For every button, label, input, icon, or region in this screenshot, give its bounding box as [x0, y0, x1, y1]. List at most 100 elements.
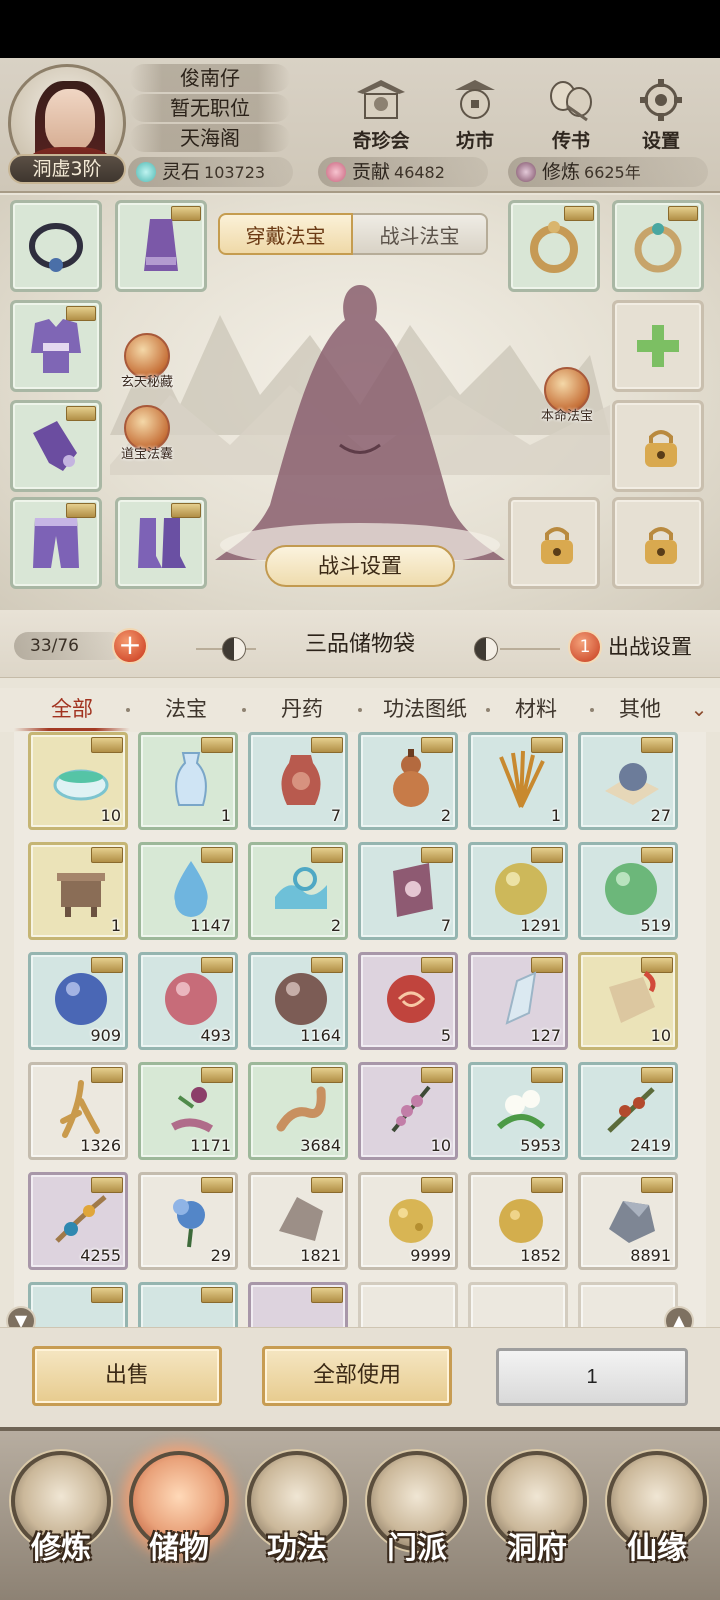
tab-battle-treasure[interactable]: 战斗法宝 [353, 213, 488, 255]
daobao-label: 道宝法囊 [120, 447, 173, 462]
nav-technique[interactable]: 功法 [242, 1451, 352, 1600]
battle-settings-button[interactable]: 战斗设置 [265, 545, 455, 587]
green-orb-icon [605, 863, 657, 915]
item-slot[interactable]: 27 [578, 732, 678, 830]
ring-icon [634, 223, 682, 273]
settings-button[interactable]: 设置 [626, 76, 696, 156]
status-bar [0, 0, 720, 58]
item-count: 1821 [300, 1246, 341, 1265]
locked-slot[interactable] [612, 400, 704, 492]
letter-button[interactable]: 传书 [536, 76, 606, 156]
nav-cultivate[interactable]: 修炼 [6, 1451, 116, 1600]
daobao-pouch-button[interactable]: 道宝法囊 [112, 405, 182, 475]
nav-cave-label: 洞府 [507, 1531, 567, 1566]
item-slot[interactable]: 2 [248, 842, 348, 940]
empty-item-slot[interactable] [578, 1282, 678, 1327]
item-slot[interactable]: 1171 [138, 1062, 238, 1160]
item-slot[interactable]: 10 [28, 732, 128, 830]
slot-pants[interactable] [10, 497, 102, 589]
locked-slot[interactable] [612, 497, 704, 589]
item-slot[interactable]: 5953 [468, 1062, 568, 1160]
tab-materials[interactable]: 材料 [492, 688, 580, 732]
item-slot[interactable]: 29 [138, 1172, 238, 1270]
slot-gloves[interactable] [10, 400, 102, 492]
slot-boots[interactable] [115, 497, 207, 589]
purple-flower-root-icon [171, 1087, 214, 1133]
contribution-value: 46482 [394, 163, 445, 182]
item-slot[interactable]: 4255 [28, 1172, 128, 1270]
yin-yang-icon [222, 637, 246, 661]
cultivation-display: 修炼 6625年 [508, 157, 708, 187]
item-slot[interactable]: 1326 [28, 1062, 128, 1160]
item-slot[interactable]: 1 [138, 732, 238, 830]
item-slot[interactable]: 909 [28, 952, 128, 1050]
tab-all[interactable]: 全部 [14, 688, 130, 732]
slot-ring-2[interactable] [612, 200, 704, 292]
treasure-pavilion-label: 奇珍会 [352, 130, 410, 152]
item-slot[interactable]: 1164 [248, 952, 348, 1050]
item-slot[interactable]: 7 [248, 732, 348, 830]
item-slot[interactable]: 7 [358, 842, 458, 940]
item-count: 9999 [410, 1246, 451, 1265]
action-bar: 出售 全部使用 1 [0, 1327, 720, 1427]
item-slot[interactable]: 10 [358, 1062, 458, 1160]
expand-bag-button[interactable]: + [112, 628, 148, 664]
locked-slot[interactable] [508, 497, 600, 589]
ring-icon [530, 221, 578, 273]
item-count: 29 [210, 1246, 231, 1265]
pants-icon [33, 518, 79, 568]
item-slot[interactable]: 3684 [248, 1062, 348, 1160]
nav-sect[interactable]: 门派 [362, 1451, 472, 1600]
item-count: 1164 [300, 1026, 341, 1045]
nav-storage[interactable]: 储物 [124, 1451, 234, 1600]
chevron-down-icon[interactable]: ⌄ [686, 696, 712, 722]
item-slot[interactable]: 1 [28, 842, 128, 940]
item-slot[interactable] [248, 1282, 348, 1327]
item-slot[interactable]: 127 [468, 952, 568, 1050]
battle-setup-button[interactable]: 出战设置 [608, 630, 718, 664]
item-slot[interactable]: 10 [578, 952, 678, 1050]
treasure-pavilion-button[interactable]: 奇珍会 [346, 76, 416, 156]
item-slot[interactable]: 1 [468, 732, 568, 830]
xuantian-treasure-button[interactable]: 玄天秘藏 [112, 333, 182, 403]
nav-sect-label: 门派 [387, 1531, 447, 1566]
tab-techniques[interactable]: 功法图纸 [360, 688, 490, 732]
tab-treasure[interactable]: 法宝 [136, 688, 236, 732]
item-slot[interactable]: 493 [138, 952, 238, 1050]
boots-icon [138, 518, 186, 568]
item-slot[interactable]: 519 [578, 842, 678, 940]
item-slot[interactable] [28, 1282, 128, 1327]
item-slot[interactable]: 9999 [358, 1172, 458, 1270]
nav-fate[interactable]: 仙缘 [602, 1451, 712, 1600]
item-slot[interactable]: 2419 [578, 1062, 678, 1160]
market-button[interactable]: 坊市 [440, 76, 510, 156]
nav-cave[interactable]: 洞府 [482, 1451, 592, 1600]
tab-other[interactable]: 其他 [600, 688, 680, 732]
empty-item-slot[interactable] [358, 1282, 458, 1327]
item-slot[interactable]: 5 [358, 952, 458, 1050]
slot-ring-1[interactable] [508, 200, 600, 292]
slot-headwear[interactable] [115, 200, 207, 292]
add-slot-button[interactable] [612, 300, 704, 392]
slot-necklace[interactable] [10, 200, 102, 292]
use-all-button[interactable]: 全部使用 [262, 1346, 452, 1406]
item-slot[interactable]: 1147 [138, 842, 238, 940]
item-count: 2419 [630, 1136, 671, 1155]
sell-button[interactable]: 出售 [32, 1346, 222, 1406]
ginseng-root-icon [60, 1080, 100, 1138]
item-slot[interactable]: 1821 [248, 1172, 348, 1270]
item-slot[interactable]: 2 [358, 732, 458, 830]
item-slot[interactable]: 1291 [468, 842, 568, 940]
quantity-input[interactable]: 1 [496, 1348, 688, 1406]
tab-pills[interactable]: 丹药 [252, 688, 352, 732]
headwear-icon [144, 219, 178, 271]
slot-armor[interactable] [10, 300, 102, 392]
tab-wear-treasure[interactable]: 穿戴法宝 [218, 213, 353, 255]
item-slot[interactable]: 1852 [468, 1172, 568, 1270]
benming-treasure-button[interactable]: 本命法宝 [532, 367, 602, 437]
item-slot[interactable] [138, 1282, 238, 1327]
item-slot[interactable]: 8891 [578, 1172, 678, 1270]
treasure-pavilion-icon [357, 80, 405, 119]
contribution-label: 贡献 [352, 161, 391, 183]
empty-item-slot[interactable] [468, 1282, 568, 1327]
